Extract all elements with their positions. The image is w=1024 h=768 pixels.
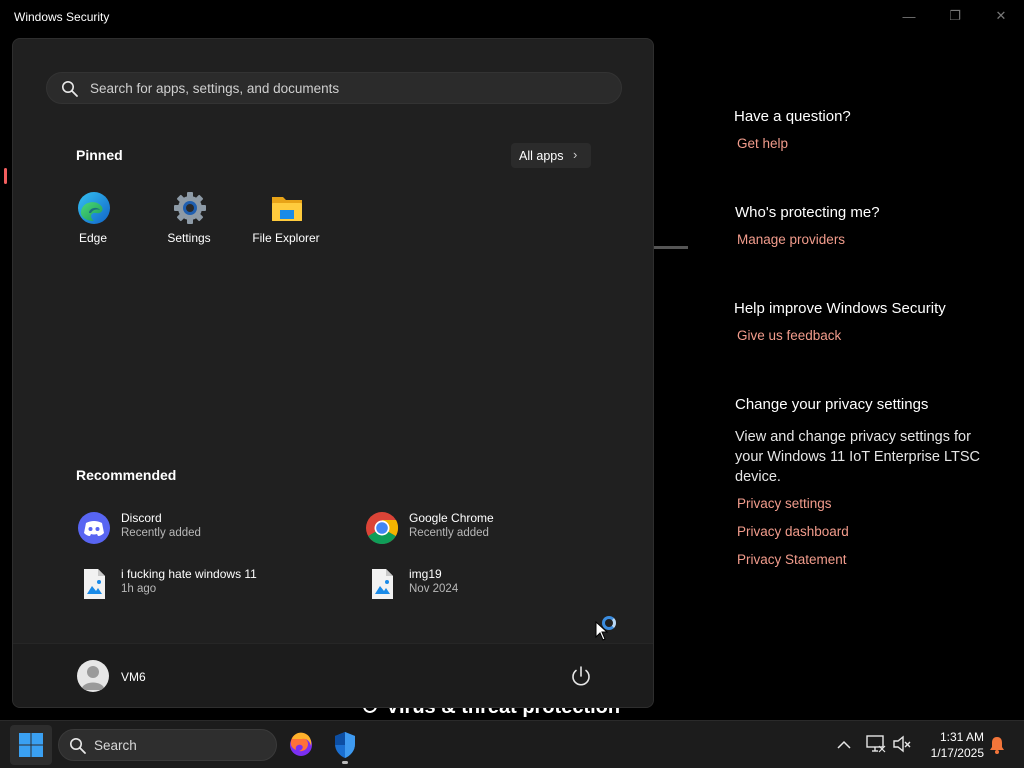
privacy-dashboard-link[interactable]: Privacy dashboard xyxy=(737,524,849,539)
clock-date: 1/17/2025 xyxy=(930,746,984,760)
question-heading: Have a question? xyxy=(734,108,851,125)
user-icon xyxy=(81,666,105,690)
start-search-placeholder: Search for apps, settings, and documents xyxy=(90,81,340,96)
privacy-description: View and change privacy settings for you… xyxy=(735,429,980,485)
windows-logo-icon xyxy=(19,733,43,757)
pinned-app-settings[interactable]: Settings xyxy=(144,191,234,267)
start-button[interactable] xyxy=(10,725,52,765)
pinned-app-label: File Explorer xyxy=(252,231,320,245)
start-search-box[interactable]: Search for apps, settings, and documents xyxy=(46,72,622,104)
protecting-heading: Who's protecting me? xyxy=(735,204,880,221)
avatar xyxy=(77,660,109,692)
close-button[interactable]: ✕ xyxy=(978,0,1024,32)
nav-selection-indicator xyxy=(4,168,7,184)
recommended-item-subtitle: 1h ago xyxy=(121,583,157,595)
pinned-title: Pinned xyxy=(76,147,123,163)
chrome-icon xyxy=(366,512,399,544)
recommended-item-name: i fucking hate windows 11 xyxy=(121,567,257,581)
background-divider xyxy=(652,246,688,249)
privacy-heading: Change your privacy settings xyxy=(735,396,929,413)
image-file-icon xyxy=(84,569,105,599)
maximize-button[interactable]: ❐ xyxy=(932,0,978,32)
search-icon xyxy=(70,738,86,754)
recommended-item-name: Discord xyxy=(121,511,162,525)
settings-gear-icon xyxy=(174,192,206,224)
windows-security-shield-icon[interactable] xyxy=(327,727,363,763)
pinned-app-label: Settings xyxy=(167,231,211,245)
window-title: Windows Security xyxy=(14,10,110,24)
firefox-icon[interactable] xyxy=(283,727,319,763)
start-menu: Search for apps, settings, and documents… xyxy=(12,38,654,708)
all-apps-label: All apps xyxy=(519,149,564,163)
taskbar-search-box[interactable]: Search xyxy=(58,729,277,761)
power-icon[interactable] xyxy=(569,664,593,688)
window-title-bar: Windows Security — ❐ ✕ xyxy=(0,0,1024,34)
system-clock[interactable]: 1:31 AM 1/17/2025 xyxy=(918,729,984,761)
edge-icon xyxy=(78,192,110,224)
user-name: VM6 xyxy=(121,670,146,684)
chevron-right-icon: › xyxy=(573,147,578,162)
active-app-indicator xyxy=(342,761,348,764)
pinned-app-file-explorer[interactable]: File Explorer xyxy=(241,191,331,267)
search-icon xyxy=(62,81,78,97)
recommended-item-file[interactable]: i fucking hate windows 11 1h ago xyxy=(77,565,347,605)
mouse-cursor-icon xyxy=(595,621,609,641)
get-help-link[interactable]: Get help xyxy=(737,136,788,151)
pinned-app-label: Edge xyxy=(78,231,108,245)
taskbar: Search 1:31 AM 1/17/2025 xyxy=(0,720,1024,768)
notification-bell-icon[interactable] xyxy=(988,735,1006,755)
clock-time: 1:31 AM xyxy=(939,730,984,744)
network-icon[interactable] xyxy=(866,735,886,753)
image-file-icon xyxy=(372,569,393,599)
privacy-settings-link[interactable]: Privacy settings xyxy=(737,496,832,511)
taskbar-search-placeholder: Search xyxy=(94,738,137,753)
manage-providers-link[interactable]: Manage providers xyxy=(737,232,845,247)
improve-heading: Help improve Windows Security xyxy=(734,300,946,317)
recommended-item-discord[interactable]: Discord Recently added xyxy=(77,509,347,549)
folder-icon xyxy=(272,197,302,221)
recommended-item-file[interactable]: img19 Nov 2024 xyxy=(365,565,635,605)
discord-icon xyxy=(78,512,110,544)
recommended-item-subtitle: Nov 2024 xyxy=(409,583,459,595)
all-apps-button[interactable]: All apps › xyxy=(511,143,591,168)
privacy-statement-link[interactable]: Privacy Statement xyxy=(737,552,847,567)
pinned-app-edge[interactable]: Edge xyxy=(48,191,138,267)
start-menu-footer: VM6 xyxy=(13,643,653,707)
volume-muted-icon[interactable] xyxy=(892,735,912,753)
recommended-item-subtitle: Recently added xyxy=(409,527,489,539)
recommended-item-chrome[interactable]: Google Chrome Recently added xyxy=(365,509,635,549)
recommended-title: Recommended xyxy=(76,467,177,483)
give-feedback-link[interactable]: Give us feedback xyxy=(737,328,841,343)
chevron-up-icon[interactable] xyxy=(836,738,852,752)
recommended-item-name: img19 xyxy=(409,567,442,581)
minimize-button[interactable]: — xyxy=(886,0,932,32)
recommended-item-subtitle: Recently added xyxy=(121,527,201,539)
recommended-item-name: Google Chrome xyxy=(409,511,494,525)
